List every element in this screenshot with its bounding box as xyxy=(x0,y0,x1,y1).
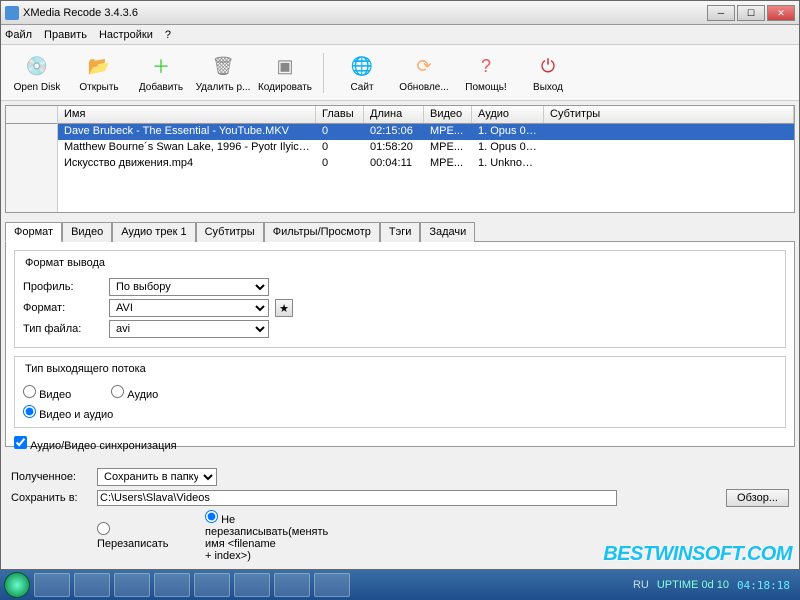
tab-4[interactable]: Фильтры/Просмотр xyxy=(264,222,380,242)
tab-1[interactable]: Видео xyxy=(62,222,112,242)
tab-0[interactable]: Формат xyxy=(5,222,62,242)
received-label: Полученное: xyxy=(11,471,91,483)
close-button[interactable]: ✕ xyxy=(767,5,795,21)
toolbar-помощь![interactable]: ?Помощь! xyxy=(458,52,514,93)
toolbar-открыть[interactable]: 📂Открыть xyxy=(71,52,127,93)
menu-edit[interactable]: Править xyxy=(44,29,87,41)
col-subs[interactable]: Субтитры xyxy=(544,106,794,123)
taskbar-item[interactable] xyxy=(34,573,70,597)
radio-overwrite[interactable]: Перезаписать xyxy=(97,522,177,550)
toolbar: 💿Open Disk📂Открыть＋Добавить🗑Удалить р...… xyxy=(1,45,799,101)
menu-settings[interactable]: Настройки xyxy=(99,29,153,41)
col-audio[interactable]: Аудио xyxy=(472,106,544,123)
watermark: BESTWINSOFT.COM xyxy=(603,543,792,566)
app-icon xyxy=(5,6,19,20)
window-title: XMedia Recode 3.4.3.6 xyxy=(23,7,707,19)
col-length[interactable]: Длина xyxy=(364,106,424,123)
toolbar-open disk[interactable]: 💿Open Disk xyxy=(9,52,65,93)
toolbar-добавить[interactable]: ＋Добавить xyxy=(133,52,189,93)
taskbar-item[interactable] xyxy=(314,573,350,597)
table-row[interactable]: Dave Brubeck - The Essential - YouTube.M… xyxy=(58,124,794,140)
filetype-label: Тип файла: xyxy=(23,323,103,335)
titlebar: XMedia Recode 3.4.3.6 ─ ☐ ✕ xyxy=(1,1,799,25)
maximize-button[interactable]: ☐ xyxy=(737,5,765,21)
filetype-select[interactable]: avi xyxy=(109,320,269,338)
taskbar-item[interactable] xyxy=(274,573,310,597)
radio-video[interactable]: Видео xyxy=(23,385,71,401)
tab-5[interactable]: Тэги xyxy=(380,222,421,242)
taskbar-item[interactable] xyxy=(194,573,230,597)
tab-3[interactable]: Субтитры xyxy=(196,222,264,242)
start-orb[interactable] xyxy=(4,572,30,598)
col-chapters[interactable]: Главы xyxy=(316,106,364,123)
toolbar-выход[interactable]: ⏻Выход xyxy=(520,52,576,93)
tray-time: 04:18:18 xyxy=(737,579,790,592)
col-video[interactable]: Видео xyxy=(424,106,472,123)
browse-button[interactable]: Обзор... xyxy=(726,489,789,507)
output-format-legend: Формат вывода xyxy=(23,257,107,269)
saveto-input[interactable] xyxy=(97,490,617,506)
format-label: Формат: xyxy=(23,302,103,314)
profile-label: Профиль: xyxy=(23,281,103,293)
col-name[interactable]: Имя xyxy=(58,106,316,123)
radio-no-overwrite[interactable]: Не перезаписывать(менять имя <filename +… xyxy=(205,510,285,562)
stream-type-legend: Тип выходящего потока xyxy=(23,363,148,375)
tab-2[interactable]: Аудио трек 1 xyxy=(112,222,195,242)
toolbar-сайт[interactable]: 🌐Сайт xyxy=(334,52,390,93)
minimize-button[interactable]: ─ xyxy=(707,5,735,21)
menubar: Файл Править Настройки ? xyxy=(1,25,799,45)
tab-row: ФорматВидеоАудио трек 1СубтитрыФильтры/П… xyxy=(5,221,795,241)
file-grid: Имя Главы Длина Видео Аудио Субтитры Dav… xyxy=(5,105,795,213)
menu-help[interactable]: ? xyxy=(165,29,171,41)
tray-lang[interactable]: RU xyxy=(633,579,649,591)
table-row[interactable]: Искусство движения.mp4000:04:11MPE...1. … xyxy=(58,156,794,172)
format-select[interactable]: AVI xyxy=(109,299,269,317)
radio-audio[interactable]: Аудио xyxy=(111,385,158,401)
menu-file[interactable]: Файл xyxy=(5,29,32,41)
taskbar-item[interactable] xyxy=(74,573,110,597)
tab-content-format: Формат вывода Профиль: По выбору Формат:… xyxy=(5,241,795,447)
taskbar: RU UPTIME 0d 10 04:18:18 xyxy=(0,570,800,600)
tab-6[interactable]: Задачи xyxy=(420,222,475,242)
grid-header: Имя Главы Длина Видео Аудио Субтитры xyxy=(58,106,794,124)
radio-both[interactable]: Видео и аудио xyxy=(23,409,113,421)
toolbar-кодировать[interactable]: ▣Кодировать xyxy=(257,52,313,93)
taskbar-item[interactable] xyxy=(114,573,150,597)
toolbar-обновле...[interactable]: ⟳Обновле... xyxy=(396,52,452,93)
saveto-label: Сохранить в: xyxy=(11,492,91,504)
taskbar-item[interactable] xyxy=(234,573,270,597)
received-select[interactable]: Сохранить в папку xyxy=(97,468,217,486)
toolbar-удалить р...[interactable]: 🗑Удалить р... xyxy=(195,52,251,93)
table-row[interactable]: Matthew Bourne´s Swan Lake, 1996 - Pyotr… xyxy=(58,140,794,156)
favorite-button[interactable]: ★ xyxy=(275,299,293,317)
profile-select[interactable]: По выбору xyxy=(109,278,269,296)
taskbar-item[interactable] xyxy=(154,573,190,597)
